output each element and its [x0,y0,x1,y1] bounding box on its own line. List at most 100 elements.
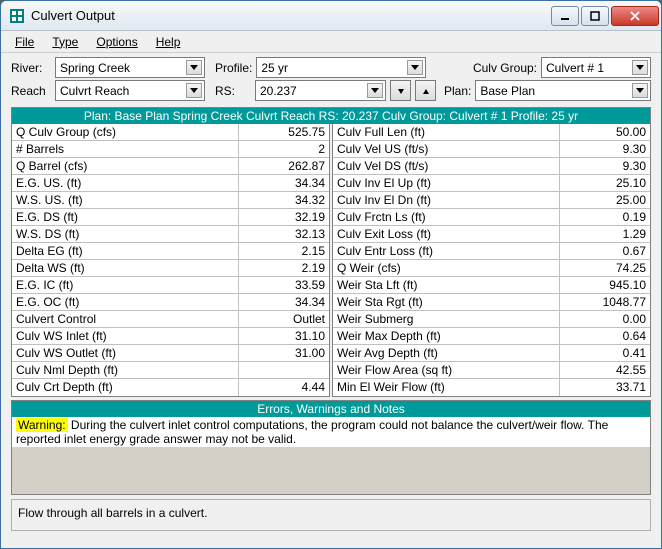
data-value: 34.34 [239,294,329,310]
data-label: Weir Sta Rgt (ft) [333,294,560,310]
data-column-right: Culv Full Len (ft)50.00Culv Vel US (ft/s… [332,124,651,397]
data-value: 74.25 [560,260,650,276]
plan-select[interactable]: Base Plan [475,80,651,101]
data-row: Min El Weir Flow (ft)33.71 [333,379,650,396]
data-value: 1048.77 [560,294,650,310]
data-value: 33.59 [239,277,329,293]
data-row: W.S. US. (ft)34.32 [12,192,329,209]
data-label: Culv Exit Loss (ft) [333,226,560,242]
data-label: Culv Inv El Dn (ft) [333,192,560,208]
data-label: Culv WS Inlet (ft) [12,328,239,344]
chevron-down-icon [186,83,202,98]
profile-select[interactable]: 25 yr [256,57,426,78]
rs-up-button[interactable] [415,80,436,101]
data-value: 0.64 [560,328,650,344]
river-select[interactable]: Spring Creek [55,57,205,78]
data-value: 1.29 [560,226,650,242]
data-value: 945.10 [560,277,650,293]
data-grid: Q Culv Group (cfs)525.75# Barrels2Q Barr… [11,124,651,397]
data-label: Weir Submerg [333,311,560,327]
data-row: Culv Inv El Up (ft)25.10 [333,175,650,192]
menu-type[interactable]: Type [44,33,86,51]
warning-row: Warning: During the culvert inlet contro… [12,417,650,447]
data-column-left: Q Culv Group (cfs)525.75# Barrels2Q Barr… [11,124,330,397]
data-value: 42.55 [560,362,650,378]
data-row: Delta WS (ft)2.19 [12,260,329,277]
data-value: 25.00 [560,192,650,208]
data-label: W.S. US. (ft) [12,192,239,208]
data-label: Culv Inv El Up (ft) [333,175,560,191]
minimize-button[interactable] [551,6,579,26]
data-value: 32.19 [239,209,329,225]
menu-help[interactable]: Help [148,33,189,51]
data-row: Weir Avg Depth (ft)0.41 [333,345,650,362]
menu-file[interactable]: File [7,33,42,51]
data-row: E.G. US. (ft)34.34 [12,175,329,192]
selector-row-2: Reach Culvrt Reach RS: 20.237 Plan: Base… [1,80,661,107]
warnings-header: Errors, Warnings and Notes [11,400,651,417]
reach-label: Reach [11,84,51,98]
chevron-down-icon [367,83,383,98]
data-label: E.G. DS (ft) [12,209,239,225]
data-value: 0.67 [560,243,650,259]
app-icon [9,8,25,24]
data-label: # Barrels [12,141,239,157]
chevron-down-icon [186,60,202,75]
data-header-bar: Plan: Base Plan Spring Creek Culvrt Reac… [11,107,651,124]
data-row: Culv Full Len (ft)50.00 [333,124,650,141]
data-row: E.G. IC (ft)33.59 [12,277,329,294]
data-row: Culv Inv El Dn (ft)25.00 [333,192,650,209]
data-row: Culv Vel DS (ft/s)9.30 [333,158,650,175]
data-row: Weir Flow Area (sq ft)42.55 [333,362,650,379]
data-value: 34.34 [239,175,329,191]
rs-select[interactable]: 20.237 [255,80,386,101]
warnings-box[interactable]: Warning: During the culvert inlet contro… [11,417,651,495]
maximize-button[interactable] [581,6,609,26]
rs-label: RS: [215,84,251,98]
data-value: 2.15 [239,243,329,259]
culv-group-select[interactable]: Culvert # 1 [541,57,651,78]
data-row: Culv Crt Depth (ft)4.44 [12,379,329,396]
data-value: 34.32 [239,192,329,208]
data-row: Delta EG (ft)2.15 [12,243,329,260]
river-label: River: [11,61,51,75]
data-row: Q Barrel (cfs)262.87 [12,158,329,175]
data-value: 9.30 [560,141,650,157]
data-row: E.G. OC (ft)34.34 [12,294,329,311]
data-row: Q Weir (cfs)74.25 [333,260,650,277]
data-row: Culv Nml Depth (ft) [12,362,329,379]
data-label: Culvert Control [12,311,239,327]
data-label: Q Barrel (cfs) [12,158,239,174]
close-button[interactable] [611,6,659,26]
data-row: Culv Exit Loss (ft)1.29 [333,226,650,243]
data-label: Culv Crt Depth (ft) [12,379,239,396]
data-label: Weir Flow Area (sq ft) [333,362,560,378]
data-value: 262.87 [239,158,329,174]
data-label: Delta WS (ft) [12,260,239,276]
data-value: 0.00 [560,311,650,327]
data-label: Culv Full Len (ft) [333,124,560,140]
data-label: Culv Vel DS (ft/s) [333,158,560,174]
window-title: Culvert Output [31,8,549,23]
data-value: 25.10 [560,175,650,191]
data-value: 0.41 [560,345,650,361]
status-bar: Flow through all barrels in a culvert. [11,499,651,531]
data-label: E.G. OC (ft) [12,294,239,310]
data-row: Q Culv Group (cfs)525.75 [12,124,329,141]
data-label: Culv Vel US (ft/s) [333,141,560,157]
rs-down-button[interactable] [390,80,411,101]
chevron-down-icon [407,60,423,75]
data-label: E.G. US. (ft) [12,175,239,191]
data-row: Culvert ControlOutlet [12,311,329,328]
menu-options[interactable]: Options [88,33,145,51]
data-row: Weir Sta Lft (ft)945.10 [333,277,650,294]
culvert-output-window: Culvert Output File Type Options Help Ri… [0,0,662,549]
data-label: Weir Sta Lft (ft) [333,277,560,293]
data-label: Weir Max Depth (ft) [333,328,560,344]
data-value: 33.71 [560,379,650,396]
selector-row-1: River: Spring Creek Profile: 25 yr Culv … [1,53,661,80]
data-row: W.S. DS (ft)32.13 [12,226,329,243]
reach-select[interactable]: Culvrt Reach [55,80,205,101]
titlebar[interactable]: Culvert Output [1,1,661,31]
data-label: Culv WS Outlet (ft) [12,345,239,361]
